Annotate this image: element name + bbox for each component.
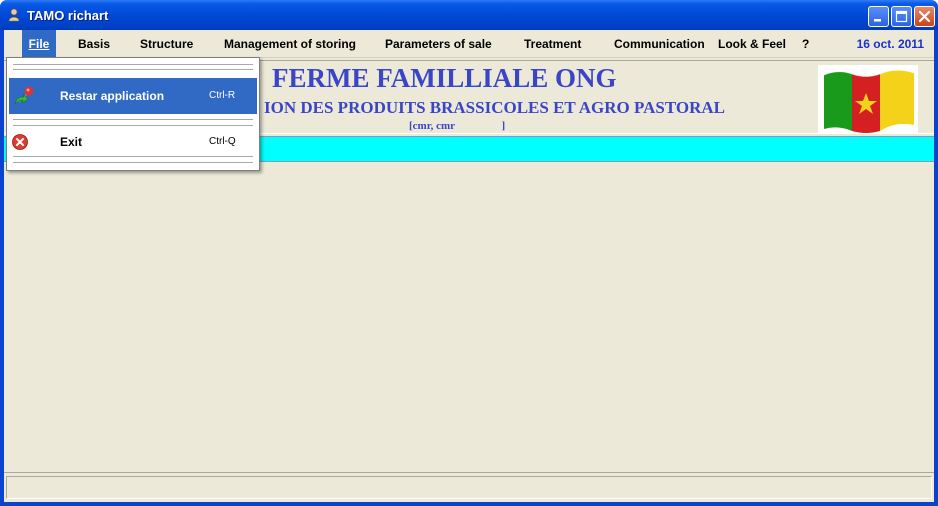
organization-subtitle: ION DES PRODUITS BRASSICOLES ET AGRO PAS… [264,98,726,117]
maximize-icon [895,10,908,23]
file-menu-dropdown: Restar application Ctrl-R Exit Ctrl-Q [6,57,260,171]
organization-title: FERME FAMILLIALE ONG [272,63,617,93]
menu-management-of-storing[interactable]: Management of storing [218,30,362,58]
menu-separator [13,119,253,120]
menu-separator [13,162,253,163]
title-bar[interactable]: TAMO richart [0,0,938,30]
menu-structure-label: Structure [140,37,194,51]
menu-item-shortcut: Ctrl-Q [209,136,236,147]
cameroon-flag-icon [823,69,915,133]
current-date: 16 oct. 2011 [856,37,924,51]
menu-parameters-of-sale-label: Parameters of sale [385,37,492,51]
window-frame-bottom [0,502,938,506]
menu-treatment-label: Treatment [524,37,582,51]
minimize-button[interactable] [868,6,889,27]
window-frame-left [0,30,4,506]
window-frame-right [934,30,938,506]
menu-help-label: ? [802,37,810,51]
cameroon-flag [818,65,918,133]
menu-structure[interactable]: Structure [134,30,199,58]
close-button[interactable] [914,6,935,27]
menu-parameters-of-sale[interactable]: Parameters of sale [379,30,498,58]
application-window: TAMO richart File Basis Structure Manage… [0,0,938,506]
menu-item-label: Exit [60,135,83,149]
menu-basis[interactable]: Basis [72,30,116,58]
country-code: [cmr, cmr ] [409,120,506,132]
menu-communication[interactable]: Communication [608,30,711,58]
menu-management-of-storing-label: Management of storing [224,37,357,51]
window-title: TAMO richart [27,8,109,23]
user-icon [8,8,20,22]
menu-look-and-feel-label: Look & Feel [718,37,787,51]
pushpin-arrow-icon [14,86,34,105]
menu-bar: File Basis Structure Management of stori… [4,30,934,58]
menu-file-label: File [28,37,50,51]
menu-item-shortcut: Ctrl-R [209,90,236,101]
menu-separator [13,69,253,70]
close-icon [918,10,931,23]
maximize-button[interactable] [891,6,912,27]
status-field [6,476,932,499]
menu-separator [13,64,253,65]
menu-basis-label: Basis [78,37,111,51]
minimize-icon [874,19,881,22]
red-x-close-icon [12,134,28,150]
status-bar [4,472,934,502]
menu-communication-label: Communication [614,37,705,51]
menu-help[interactable]: ? [796,30,815,58]
menu-separator [13,156,253,157]
menu-item-exit[interactable]: Exit Ctrl-Q [9,124,257,160]
menu-look-and-feel[interactable]: Look & Feel [712,30,792,58]
menu-item-restart-application[interactable]: Restar application Ctrl-R [9,78,257,114]
menu-treatment[interactable]: Treatment [518,30,587,58]
menu-item-label: Restar application [60,89,165,103]
menu-file[interactable]: File [22,30,56,58]
